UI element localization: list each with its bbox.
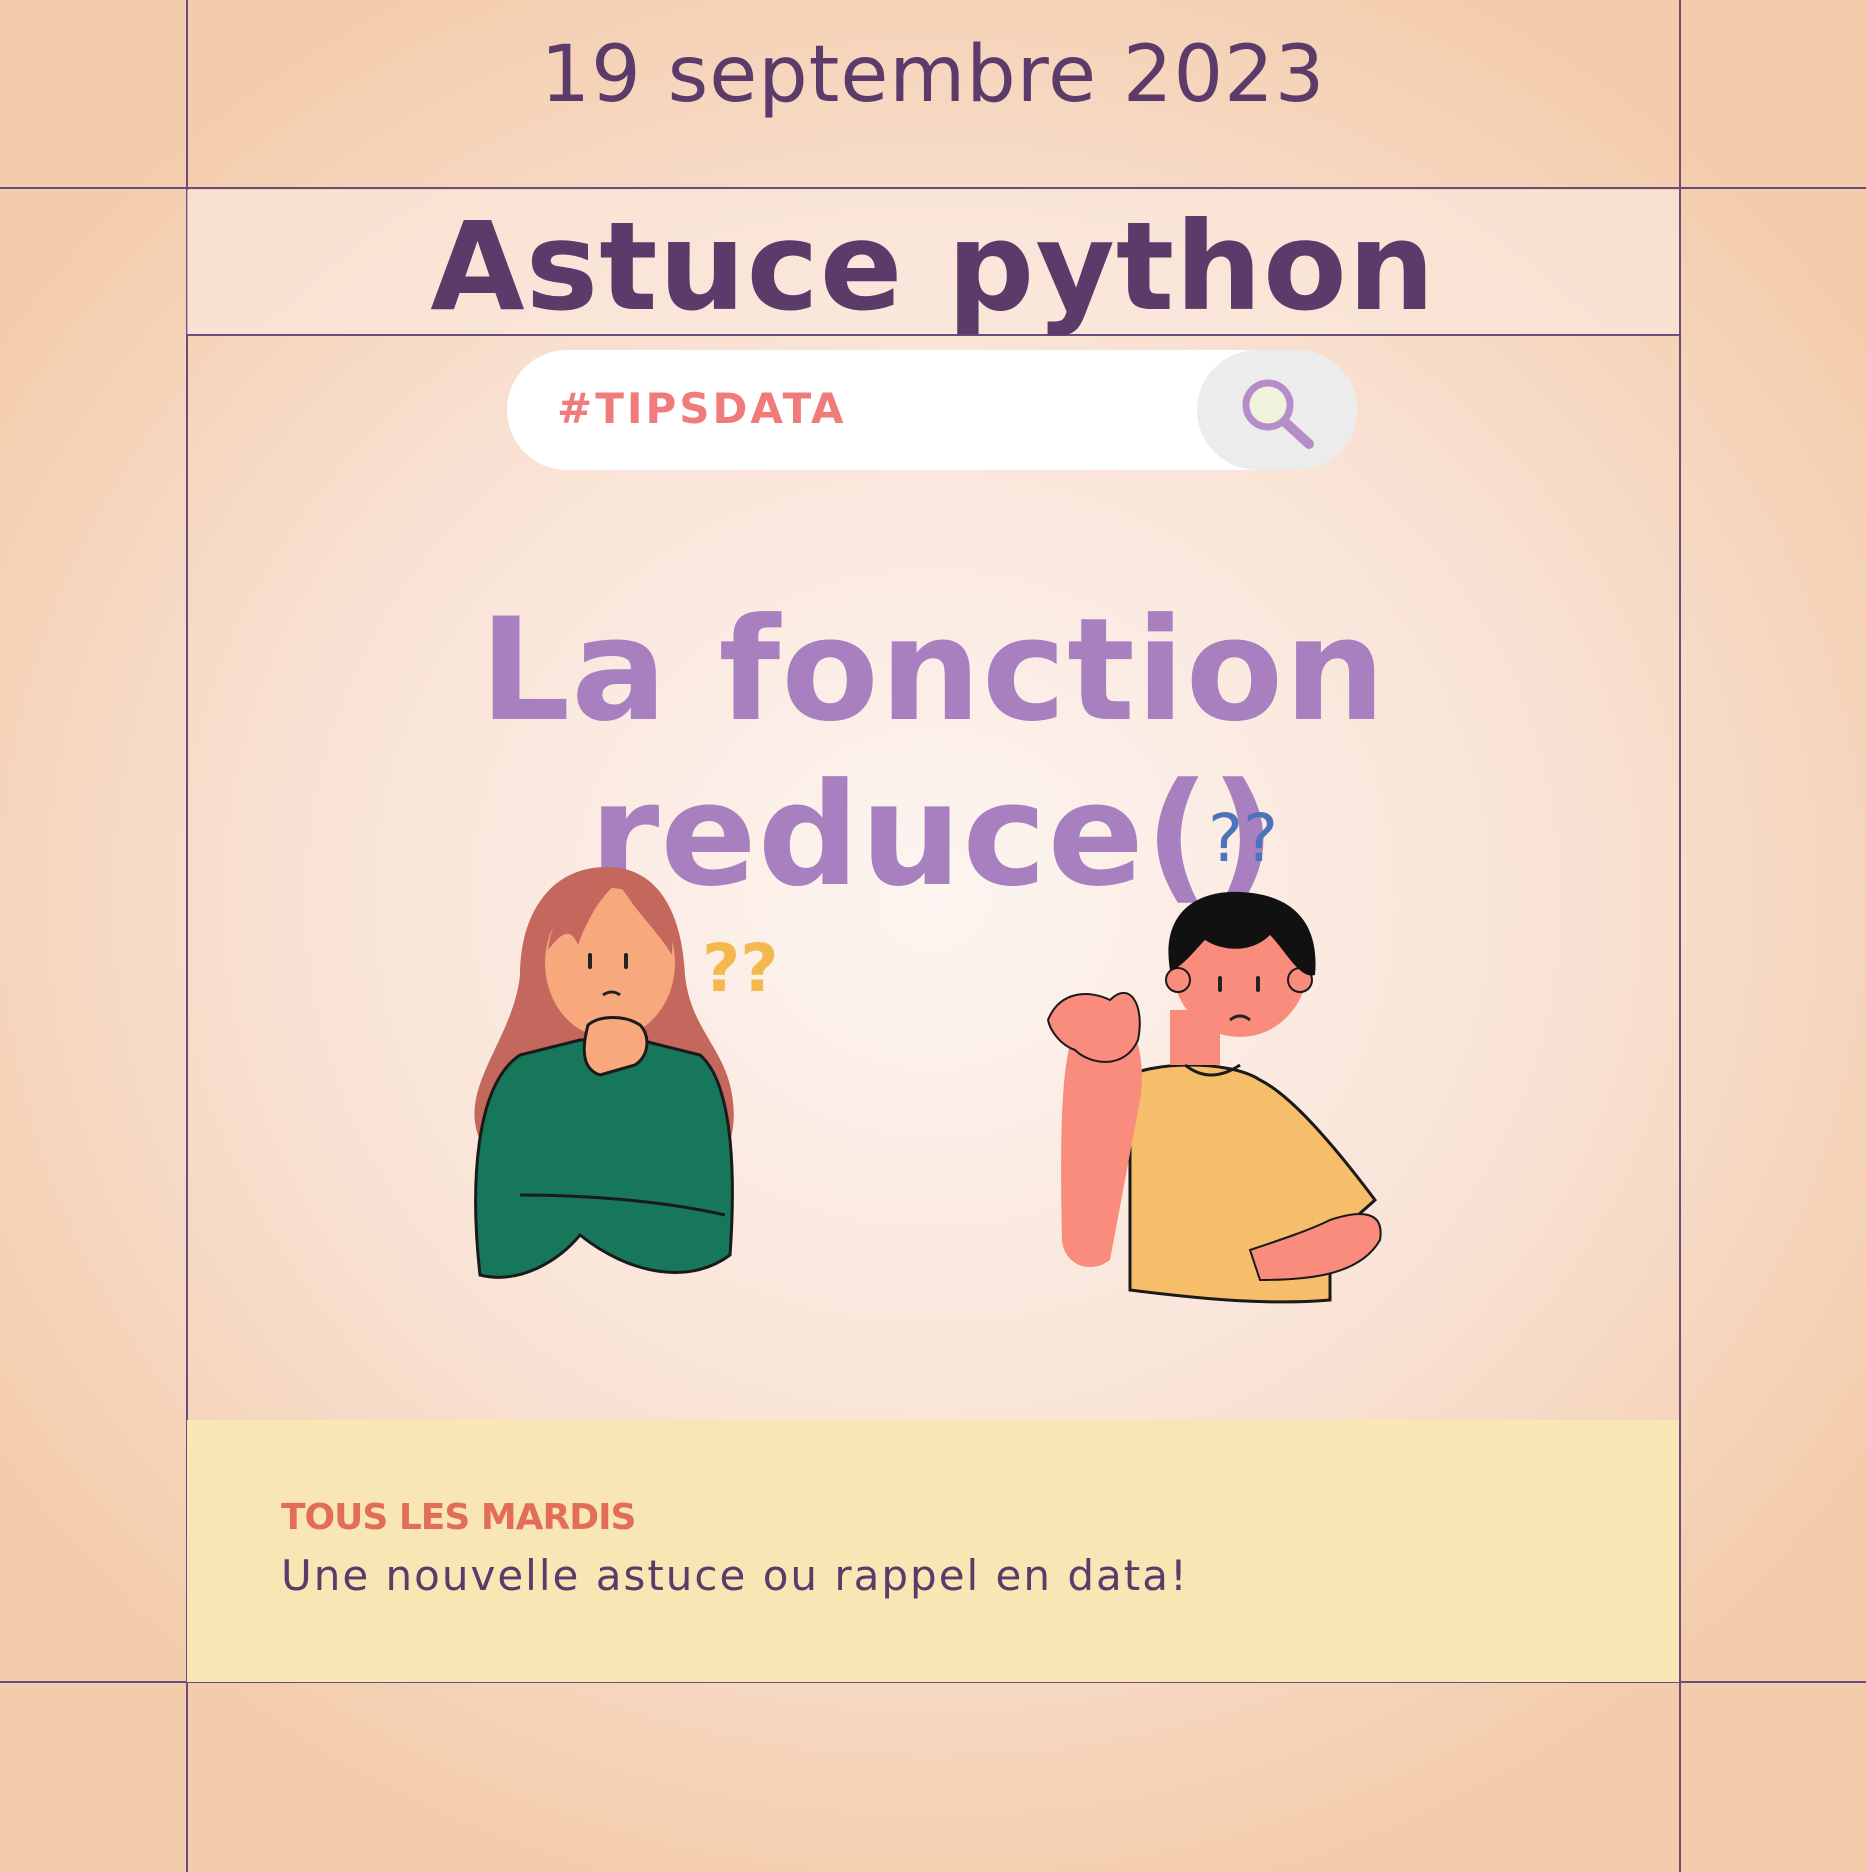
info-text: Une nouvelle astuce ou rappel en data! — [281, 1551, 1189, 1600]
info-label: TOUS LES MARDIS — [281, 1497, 636, 1538]
grid-line-top — [0, 187, 1866, 189]
thinking-woman-illustration — [474, 866, 734, 1279]
search-bar[interactable]: #TIPSDATA — [507, 350, 1357, 470]
date-label: 19 septembre 2023 — [540, 30, 1326, 120]
man-question-marks: ?? — [1208, 800, 1279, 877]
search-hashtag: #TIPSDATA — [557, 384, 847, 433]
grid-line-right — [1679, 0, 1681, 1872]
headline: La fonction reduce() — [479, 588, 1387, 918]
confused-man-illustration — [1046, 891, 1382, 1304]
search-button[interactable] — [1197, 350, 1357, 470]
search-icon — [1242, 379, 1314, 449]
page-title: Astuce python — [430, 196, 1436, 338]
woman-question-marks: ?? — [702, 930, 779, 1007]
